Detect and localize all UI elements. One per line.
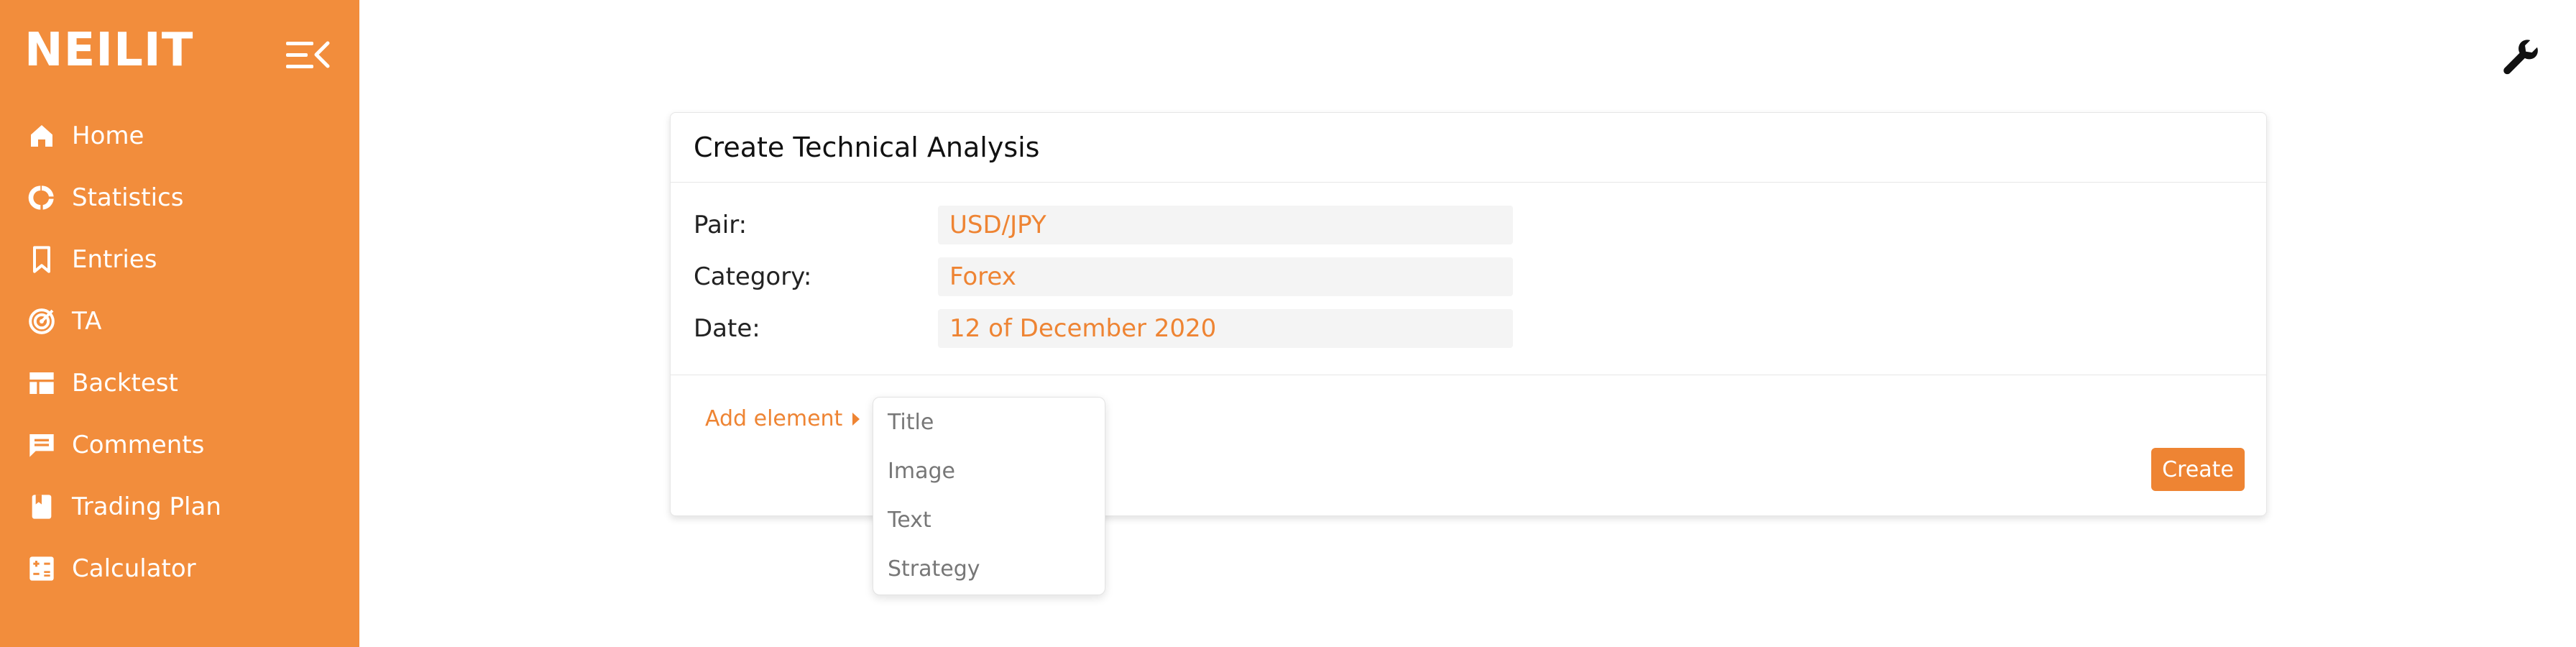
sidebar-item-label: Entries — [72, 245, 157, 274]
bookmark-icon — [26, 244, 58, 275]
sidebar-item-entries[interactable]: Entries — [0, 229, 359, 290]
target-icon — [26, 306, 58, 337]
sidebar-item-comments[interactable]: Comments — [0, 414, 359, 476]
sidebar-item-label: TA — [72, 307, 102, 336]
calculator-icon — [26, 553, 58, 584]
add-element-button[interactable]: Add element — [705, 406, 860, 431]
menu-item-strategy[interactable]: Strategy — [873, 544, 1105, 593]
field-row-category: Category: Forex — [694, 257, 2131, 297]
sidebar-item-label: Trading Plan — [72, 492, 221, 521]
sidebar-item-statistics[interactable]: Statistics — [0, 167, 359, 229]
home-icon — [26, 120, 58, 152]
caret-right-icon — [852, 412, 860, 426]
sidebar-nav: Home Statistics Entries TA Backtest Comm… — [0, 105, 359, 600]
field-label: Pair: — [694, 211, 748, 239]
sidebar-item-label: Comments — [72, 431, 205, 459]
create-button[interactable]: Create — [2151, 448, 2245, 491]
analysis-form: Pair: USD/JPY Category: Forex Date: 12 o… — [694, 205, 2131, 360]
sidebar-item-calculator[interactable]: Calculator — [0, 538, 359, 600]
add-element-label: Add element — [705, 406, 843, 431]
sidebar-item-backtest[interactable]: Backtest — [0, 352, 359, 414]
sidebar-item-trading-plan[interactable]: Trading Plan — [0, 476, 359, 538]
sidebar-item-label: Statistics — [72, 183, 184, 212]
pair-field[interactable]: USD/JPY — [938, 206, 1513, 244]
book-icon — [26, 491, 58, 523]
table-icon — [26, 367, 58, 399]
add-element-menu: Title Image Text Strategy — [873, 397, 1105, 595]
date-field[interactable]: 12 of December 2020 — [938, 309, 1513, 348]
sidebar-item-home[interactable]: Home — [0, 105, 359, 167]
category-field[interactable]: Forex — [938, 257, 1513, 296]
comment-icon — [26, 429, 58, 461]
wrench-icon[interactable] — [2500, 36, 2542, 78]
statistics-icon — [26, 182, 58, 214]
menu-item-title[interactable]: Title — [873, 398, 1105, 446]
sidebar-item-label: Calculator — [72, 554, 196, 583]
field-label: Date: — [694, 314, 760, 343]
card-title: Create Technical Analysis — [671, 113, 2266, 183]
brand-logo: NEILIT — [24, 24, 194, 77]
collapse-menu-icon[interactable] — [285, 39, 331, 72]
field-row-date: Date: 12 of December 2020 — [694, 308, 2131, 349]
menu-item-image[interactable]: Image — [873, 446, 1105, 495]
sidebar: NEILIT Home Statistics Entries TA Backte… — [0, 0, 359, 647]
sidebar-item-label: Home — [72, 121, 144, 150]
field-label: Category: — [694, 262, 812, 291]
field-row-pair: Pair: USD/JPY — [694, 205, 2131, 245]
sidebar-item-label: Backtest — [72, 369, 178, 398]
menu-item-text[interactable]: Text — [873, 495, 1105, 544]
sidebar-item-ta[interactable]: TA — [0, 290, 359, 352]
